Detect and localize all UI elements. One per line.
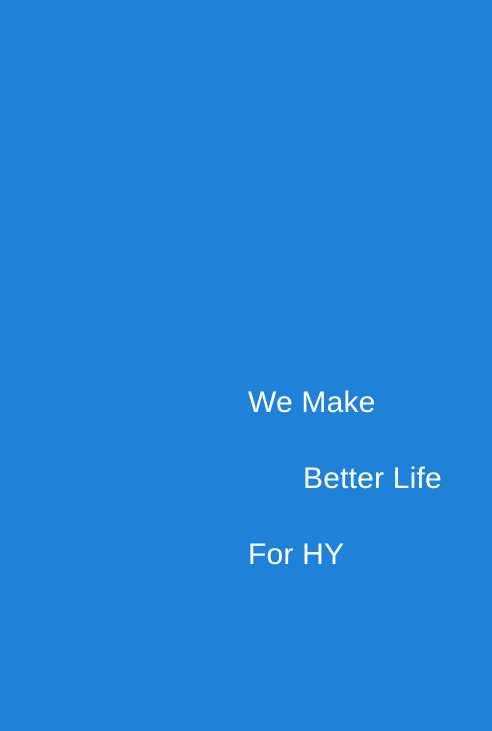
- hero-background: We Make Better Life For HY: [0, 0, 492, 731]
- tagline-line-1: We Make: [248, 386, 376, 419]
- tagline-line-2: Better Life: [303, 462, 442, 495]
- tagline: We Make Better Life For HY: [0, 0, 492, 731]
- tagline-line-3: For HY: [248, 538, 345, 571]
